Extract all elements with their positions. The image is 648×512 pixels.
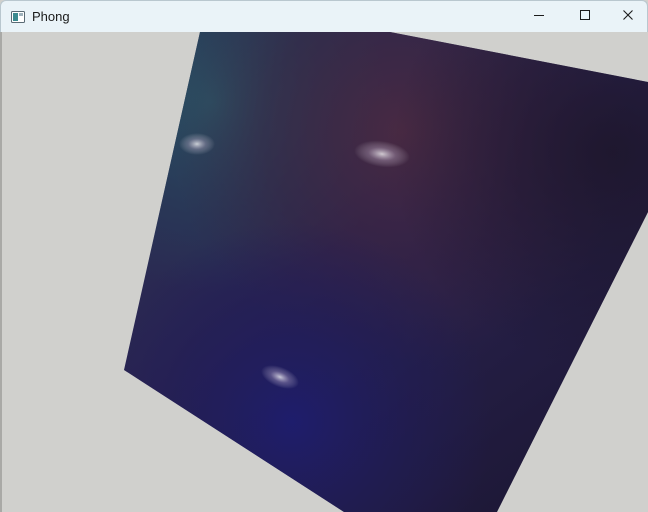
close-button[interactable] (607, 1, 648, 32)
maximize-icon (579, 8, 591, 26)
phong-scene (124, 32, 648, 512)
minimize-icon (533, 8, 545, 26)
window-title: Phong (32, 9, 70, 24)
specular-highlight (179, 133, 215, 155)
shaded-quad (124, 32, 648, 512)
render-viewport[interactable] (2, 32, 648, 512)
app-window-icon (11, 10, 25, 23)
title-bar[interactable]: Phong (0, 0, 648, 32)
maximize-button[interactable] (562, 1, 608, 32)
app-window: Phong (0, 0, 648, 512)
minimize-button[interactable] (516, 1, 562, 32)
close-icon (622, 8, 634, 26)
